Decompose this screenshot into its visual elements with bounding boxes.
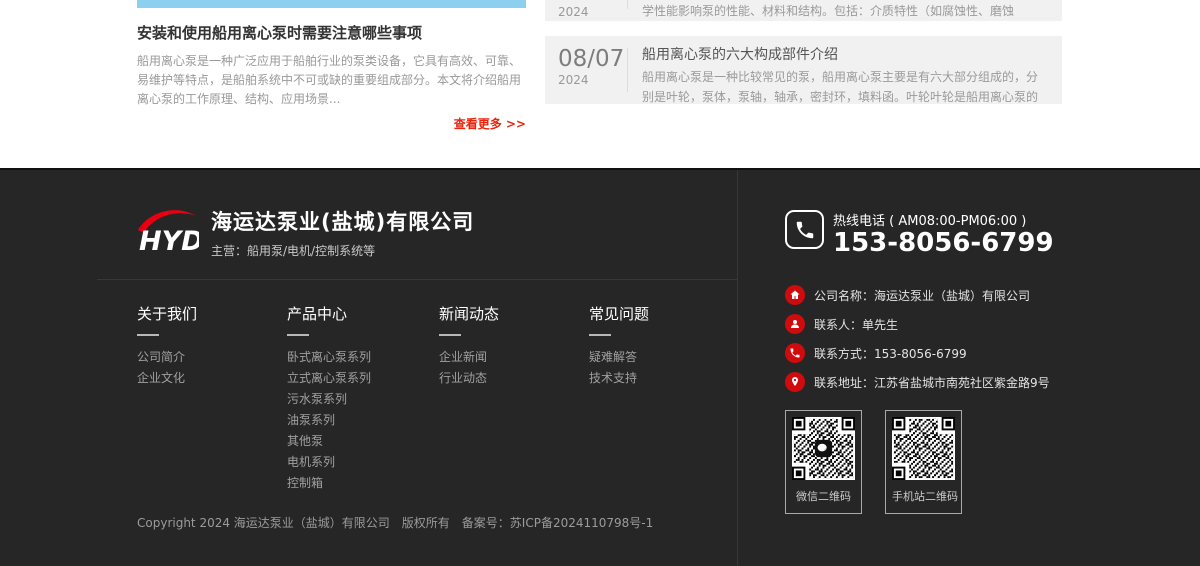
nav-item[interactable]: 公司简介 (137, 351, 287, 363)
mobile-site-qr-image (892, 417, 955, 480)
nav-item[interactable]: 控制箱 (287, 477, 439, 489)
nav-col-faq: 常见问题 疑难解答 技术支持 (589, 303, 739, 498)
nav-item[interactable]: 立式离心泵系列 (287, 372, 439, 384)
nav-item[interactable]: 其他泵 (287, 435, 439, 447)
horizontal-divider (97, 279, 737, 280)
footer: HYD 海运达泵业(盐城)有限公司 主营：船用泵/电机/控制系统等 关于我们 公… (0, 168, 1200, 566)
contact-row: 联系人：单先生 (785, 314, 1050, 334)
nav-underline (589, 334, 611, 336)
hyd-logo-icon: HYD (137, 207, 199, 259)
person-icon (785, 314, 805, 334)
nav-title[interactable]: 产品中心 (287, 303, 439, 324)
mobile-site-qr-box: 手机站二维码 (885, 410, 962, 514)
news-section: 安装和使用船用离心泵时需要注意哪些事项 船用离心泵是一种广泛应用于船舶行业的泵类… (0, 0, 1200, 168)
featured-article: 安装和使用船用离心泵时需要注意哪些事项 船用离心泵是一种广泛应用于船舶行业的泵类… (137, 0, 526, 132)
footer-nav: 关于我们 公司简介 企业文化 产品中心 卧式离心泵系列 立式离心泵系列 污水泵系… (137, 303, 739, 498)
news-year: 2024 (558, 5, 627, 19)
hotline-text: 热线电话 ( AM08:00-PM06:00 ) 153-8056-6799 (833, 210, 1054, 257)
news-item[interactable]: 2024 学性能影响泵的性能、材料和结构。包括：介质特性（如腐蚀性、磨蚀性、..… (545, 0, 1062, 21)
news-date: 08/07 2024 (545, 36, 627, 104)
qr-codes: 微信二维码 (785, 410, 985, 514)
news-excerpt: 学性能影响泵的性能、材料和结构。包括：介质特性（如腐蚀性、磨蚀性、... (642, 1, 1046, 21)
article-excerpt: 船用离心泵是一种广泛应用于船舶行业的泵类设备，它具有高效、可靠、易维护等特点，是… (137, 52, 526, 109)
contact-row: 公司名称：海运达泵业（盐城）有限公司 (785, 285, 1050, 305)
nav-title[interactable]: 关于我们 (137, 303, 287, 324)
company-name: 海运达泵业(盐城)有限公司 (211, 206, 474, 236)
contact-text: 联系人：单先生 (814, 316, 898, 333)
news-content: 船用离心泵的六大构成部件介绍 船用离心泵是一种比较常见的泵，船用离心泵主要是有六… (628, 36, 1062, 104)
home-icon (785, 285, 805, 305)
nav-col-products: 产品中心 卧式离心泵系列 立式离心泵系列 污水泵系列 油泵系列 其他泵 电机系列… (287, 303, 439, 498)
news-excerpt: 船用离心泵是一种比较常见的泵，船用离心泵主要是有六大部分组成的，分别是叶轮，泵体… (642, 67, 1046, 104)
nav-item[interactable]: 油泵系列 (287, 414, 439, 426)
news-item[interactable]: 08/07 2024 船用离心泵的六大构成部件介绍 船用离心泵是一种比较常见的泵… (545, 36, 1062, 104)
contact-row: 联系方式：153-8056-6799 (785, 343, 1050, 363)
news-list: 2024 学性能影响泵的性能、材料和结构。包括：介质特性（如腐蚀性、磨蚀性、..… (545, 0, 1062, 168)
wechat-qr-box: 微信二维码 (785, 410, 862, 514)
phone-receiver-icon (785, 210, 824, 249)
qr-label: 手机站二维码 (892, 480, 955, 513)
nav-col-about: 关于我们 公司简介 企业文化 (137, 303, 287, 498)
hotline-block: 热线电话 ( AM08:00-PM06:00 ) 153-8056-6799 (785, 210, 1054, 257)
accent-bar (137, 0, 526, 8)
svg-text:HYD: HYD (139, 226, 199, 255)
location-icon (785, 372, 805, 392)
company-tagline: 主营：船用泵/电机/控制系统等 (211, 242, 474, 259)
nav-underline (137, 334, 159, 336)
news-content: 学性能影响泵的性能、材料和结构。包括：介质特性（如腐蚀性、磨蚀性、... (628, 0, 1062, 21)
logo-text-block: 海运达泵业(盐城)有限公司 主营：船用泵/电机/控制系统等 (211, 206, 474, 259)
copyright-text: Copyright 2024 海运达泵业（盐城）有限公司 版权所有 备案号：苏I… (137, 514, 653, 531)
nav-item[interactable]: 企业文化 (137, 372, 287, 384)
contact-text: 联系地址：江苏省盐城市南苑社区紫金路9号 (814, 374, 1050, 391)
contact-text: 公司名称：海运达泵业（盐城）有限公司 (814, 287, 1030, 304)
nav-item[interactable]: 疑难解答 (589, 351, 739, 363)
nav-title[interactable]: 常见问题 (589, 303, 739, 324)
nav-item[interactable]: 技术支持 (589, 372, 739, 384)
nav-underline (439, 334, 461, 336)
news-date: 2024 (545, 0, 627, 21)
wechat-logo-icon (815, 440, 832, 457)
news-title[interactable]: 船用离心泵的六大构成部件介绍 (642, 44, 1046, 64)
contact-text: 联系方式：153-8056-6799 (814, 345, 967, 362)
nav-item[interactable]: 卧式离心泵系列 (287, 351, 439, 363)
nav-item[interactable]: 企业新闻 (439, 351, 589, 363)
qr-label: 微信二维码 (792, 480, 855, 513)
nav-item[interactable]: 行业动态 (439, 372, 589, 384)
contact-row: 联系地址：江苏省盐城市南苑社区紫金路9号 (785, 372, 1050, 392)
read-more-link[interactable]: 查看更多 >> (137, 115, 526, 132)
nav-item[interactable]: 电机系列 (287, 456, 439, 468)
contact-list: 公司名称：海运达泵业（盐城）有限公司 联系人：单先生 联系方式：153-8056… (785, 285, 1050, 401)
nav-title[interactable]: 新闻动态 (439, 303, 589, 324)
wechat-qr-image (792, 417, 855, 480)
hotline-label: 热线电话 ( AM08:00-PM06:00 ) (833, 210, 1054, 229)
news-year: 2024 (558, 73, 627, 87)
nav-col-news: 新闻动态 企业新闻 行业动态 (439, 303, 589, 498)
article-title[interactable]: 安装和使用船用离心泵时需要注意哪些事项 (137, 22, 526, 43)
page: 安装和使用船用离心泵时需要注意哪些事项 船用离心泵是一种广泛应用于船舶行业的泵类… (0, 0, 1200, 566)
footer-logo-block: HYD 海运达泵业(盐城)有限公司 主营：船用泵/电机/控制系统等 (137, 206, 474, 259)
nav-underline (287, 334, 309, 336)
nav-item[interactable]: 污水泵系列 (287, 393, 439, 405)
phone-icon (785, 343, 805, 363)
news-day: 08/07 (558, 46, 627, 72)
hotline-number: 153-8056-6799 (833, 229, 1054, 257)
